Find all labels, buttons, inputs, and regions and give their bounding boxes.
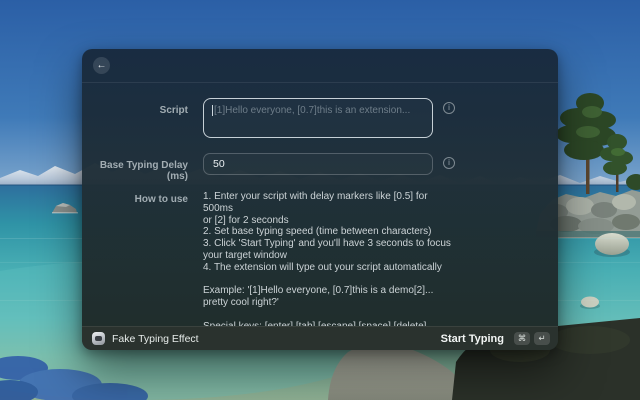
return-key-icon: ↵ bbox=[534, 332, 550, 345]
extension-icon bbox=[92, 332, 105, 345]
info-glyph: i bbox=[448, 159, 450, 167]
text-caret bbox=[212, 105, 213, 116]
back-button[interactable]: ← bbox=[93, 57, 110, 74]
script-info-icon[interactable]: i bbox=[443, 102, 455, 114]
how-to-use-label: How to use bbox=[82, 194, 188, 205]
delay-label: Base Typing Delay (ms) bbox=[82, 160, 188, 182]
action-bar: Fake Typing Effect Start Typing ⌘ ↵ bbox=[82, 326, 558, 350]
start-typing-button[interactable]: Start Typing bbox=[441, 333, 504, 345]
command-glyph: ⌘ bbox=[518, 334, 527, 343]
desktop: ← Script [1]Hello everyone, [0.7]this is… bbox=[0, 0, 640, 400]
delay-input[interactable] bbox=[203, 153, 433, 175]
primary-action: Start Typing ⌘ ↵ bbox=[441, 332, 550, 345]
return-glyph: ↵ bbox=[538, 334, 545, 343]
delay-info-icon[interactable]: i bbox=[443, 157, 455, 169]
window-header: ← bbox=[82, 49, 558, 83]
extension-name: Fake Typing Effect bbox=[112, 333, 199, 345]
script-label: Script bbox=[82, 105, 188, 116]
command-key-icon: ⌘ bbox=[514, 332, 530, 345]
script-textarea[interactable]: [1]Hello everyone, [0.7]this is an exten… bbox=[203, 98, 433, 138]
how-to-use-text: 1. Enter your script with delay markers … bbox=[203, 191, 457, 344]
back-arrow-icon: ← bbox=[97, 61, 107, 71]
script-placeholder: [1]Hello everyone, [0.7]this is an exten… bbox=[214, 105, 410, 116]
info-glyph: i bbox=[448, 104, 450, 112]
extension-window: ← Script [1]Hello everyone, [0.7]this is… bbox=[82, 49, 558, 350]
